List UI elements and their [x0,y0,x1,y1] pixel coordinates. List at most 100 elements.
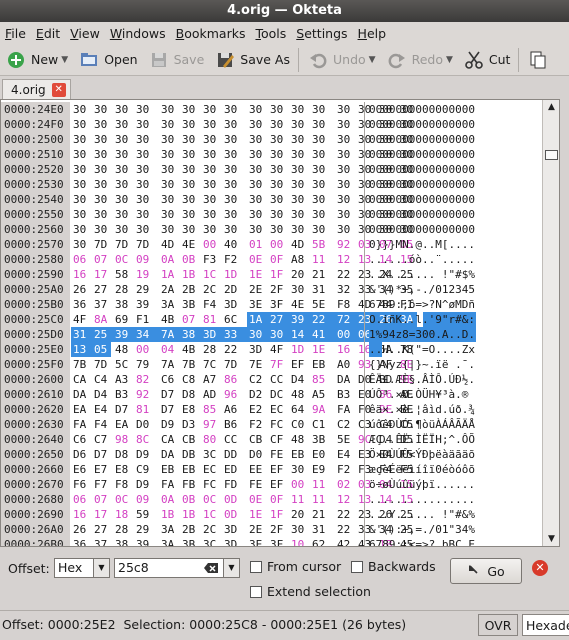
hex-byte[interactable]: C6 [73,432,90,447]
hex-byte[interactable]: 30 [337,177,354,192]
hex-byte[interactable]: 31 [73,327,90,342]
char-column[interactable]: 0000000000000000 [365,222,542,237]
hex-byte[interactable]: 30 [291,222,308,237]
char-column[interactable]: 0000000000000000 [365,192,542,207]
hex-byte[interactable]: EA [73,402,90,417]
hex-bytes[interactable]: 30303030303030303030303030303030 [70,222,413,237]
hex-byte[interactable]: 3A [161,297,178,312]
hex-byte[interactable]: 2C [203,282,220,297]
char-column[interactable]: 0000000000000000 [365,207,542,222]
hex-row[interactable]: 0000:268006070C090A0B0C0D0E0F11111213141… [1,492,542,507]
hex-byte[interactable]: 3F [270,297,287,312]
hex-byte[interactable]: D3 [182,417,199,432]
hex-byte[interactable]: 2F [270,522,287,537]
hex-byte[interactable]: 0B [182,252,199,267]
hex-byte[interactable]: 30 [115,192,132,207]
hex-bytes[interactable]: 30303030303030303030303030303030 [70,162,413,177]
hex-bytes[interactable]: 7B7D5C797A7B7C7D7E7FEFEBA093AF8E [70,357,413,372]
hex-byte[interactable]: F8 [337,297,354,312]
hex-byte[interactable]: 30 [73,117,90,132]
hex-row[interactable]: 0000:2620EAE4D781D7E885A6E2EC649AFAF09EB… [1,402,542,417]
hex-byte[interactable]: 9A [312,402,329,417]
hex-byte[interactable]: 28 [203,342,220,357]
hex-byte[interactable]: 30 [73,192,90,207]
hex-byte[interactable]: 81 [203,312,220,327]
hex-byte[interactable]: 30 [73,177,90,192]
hex-byte[interactable]: 39 [291,312,308,327]
char-column[interactable]: O.iñK..l.'9"r#&: [365,312,542,327]
hex-byte[interactable]: 30 [136,222,153,237]
hex-byte[interactable]: 30 [249,327,266,342]
hex-byte[interactable]: 1D [224,267,241,282]
hex-editor-view[interactable]: 0000:26B0363738393A3B3C3D3E3F106242431B4… [0,99,560,547]
hex-byte[interactable]: D7 [161,402,178,417]
hex-byte[interactable]: 16 [73,507,90,522]
menu-settings[interactable]: Settings [291,26,352,41]
hex-row[interactable]: 0000:25B0363738393A3BF43D3E3F4E5EF84D44F… [1,297,542,312]
hex-byte[interactable]: 30 [136,207,153,222]
hex-byte[interactable]: 30 [182,222,199,237]
hex-byte[interactable]: 7D [115,237,132,252]
hex-byte[interactable]: E0 [312,447,329,462]
hex-byte[interactable]: 30 [270,207,287,222]
hex-byte[interactable]: 30 [270,132,287,147]
hex-byte[interactable]: 0F [270,492,287,507]
hex-byte[interactable]: 2A [161,282,178,297]
hex-byte[interactable]: 7C [203,357,220,372]
close-bar-icon[interactable]: ✕ [532,560,548,576]
menu-windows[interactable]: Windows [105,26,171,41]
hex-byte[interactable]: 17 [94,507,111,522]
hex-row[interactable]: 0000:24E03030303030303030303030303030303… [1,102,542,117]
hex-byte[interactable]: 22 [337,267,354,282]
hex-byte[interactable]: 4D [161,237,178,252]
hex-bytes[interactable]: 30303030303030303030303030303030 [70,117,413,132]
close-tab-icon[interactable]: ✕ [51,82,66,97]
hex-byte[interactable]: 11 [291,492,308,507]
hex-byte[interactable]: 0B [182,492,199,507]
hex-byte[interactable]: 3B [312,432,329,447]
hex-byte[interactable]: 10 [291,537,308,546]
from-cursor-checkbox[interactable] [250,561,262,573]
hex-byte[interactable]: 30 [182,117,199,132]
hex-byte[interactable]: A0 [337,357,354,372]
hex-bytes[interactable]: 312539347A383D333030144100064417 [70,327,417,342]
hex-byte[interactable]: EB [161,462,178,477]
hex-byte[interactable]: 30 [270,117,287,132]
char-column[interactable]: ö÷øÙúûüýþï...... [365,477,542,492]
hex-byte[interactable]: A5 [312,387,329,402]
hex-byte[interactable]: 36 [73,297,90,312]
hex-bytes[interactable]: 30303030303030303030303030303030 [70,177,413,192]
hex-byte[interactable]: 30 [312,117,329,132]
go-button[interactable]: Go [450,558,522,584]
hex-byte[interactable]: DC [270,387,287,402]
hex-bytes[interactable]: 161718591B1B1C0D1E1F202122232625 [70,507,413,522]
hex-byte[interactable]: 30 [136,147,153,162]
hex-byte[interactable]: 30 [73,162,90,177]
hex-byte[interactable]: 30 [115,207,132,222]
hex-byte[interactable]: 29 [136,282,153,297]
chevron-down-icon[interactable]: ▼ [223,559,239,577]
hex-row[interactable]: 0000:25C04F8A69F14B07816C1A2739227223263… [1,312,542,327]
hex-byte[interactable]: 30 [94,192,111,207]
copy-button[interactable] [522,46,558,74]
char-column[interactable]: 1%94z8=300.A..D. [365,327,542,342]
hex-byte[interactable]: D6 [73,447,90,462]
open-button[interactable]: Open [73,46,142,74]
hex-byte[interactable]: 12 [337,492,354,507]
hex-byte[interactable]: 7D [94,357,111,372]
chevron-down-icon[interactable]: ▼ [93,559,109,577]
hex-byte[interactable]: 22 [312,312,329,327]
hex-byte[interactable]: FE [270,447,287,462]
hex-byte[interactable]: 3B [182,297,199,312]
hex-byte[interactable]: 20 [291,507,308,522]
hex-byte[interactable]: E2 [249,402,266,417]
hex-byte[interactable]: F4 [94,417,111,432]
hex-byte[interactable]: 30 [224,222,241,237]
hex-byte[interactable]: 28 [115,522,132,537]
hex-byte[interactable]: 5C [115,357,132,372]
overwrite-mode-button[interactable]: OVR [478,614,518,636]
hex-byte[interactable]: FA [161,477,178,492]
hex-byte[interactable]: 3A [161,537,178,546]
hex-byte[interactable]: 11 [312,492,329,507]
char-column[interactable]: 0000000000000000 [365,147,542,162]
